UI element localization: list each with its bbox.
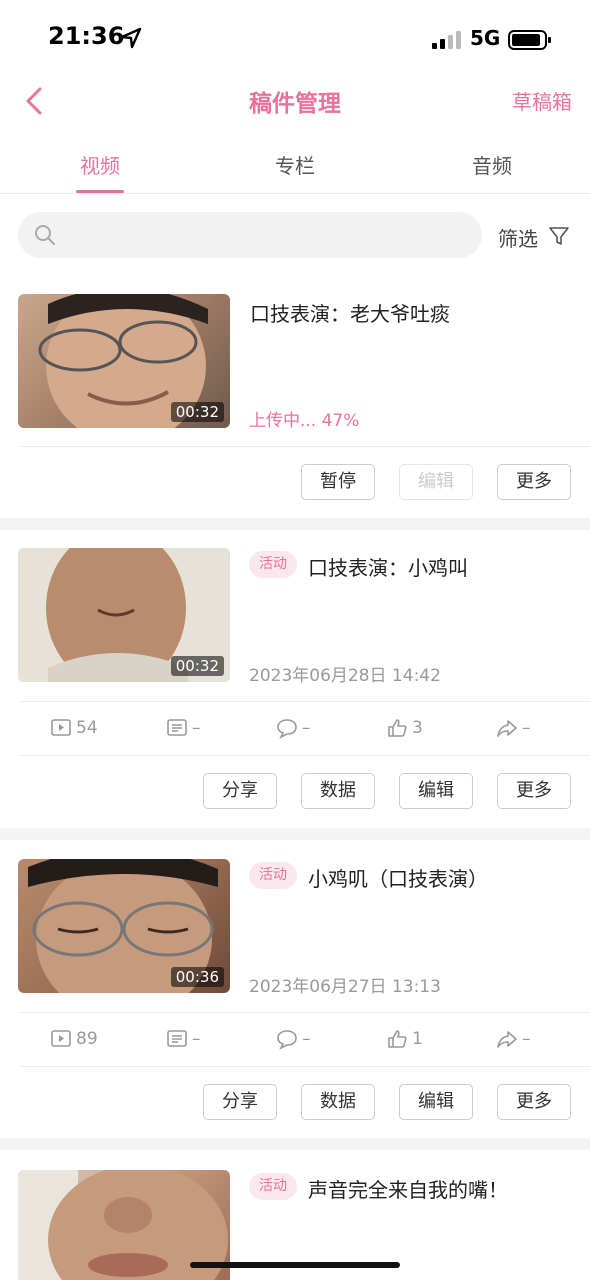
signal-icon [432,31,461,49]
share-icon [497,720,517,737]
shares-stat: – [496,1027,531,1051]
more-button[interactable]: 更多 [497,1084,571,1120]
play-icon [51,719,71,736]
tab-column[interactable]: 专栏 [235,150,355,179]
likes-count: 3 [412,718,423,738]
divider [18,755,590,756]
page-title: 稿件管理 [249,91,341,117]
filter-button[interactable]: 筛选 [498,223,538,252]
shares-count: – [522,718,531,738]
network-type: 5G [470,26,501,50]
data-button[interactable]: 数据 [301,1084,375,1120]
status-time: 21:36 [48,22,125,50]
section-separator [0,518,590,530]
divider [18,446,590,447]
video-duration: 00:32 [170,656,224,676]
comments-stat: – [276,1027,311,1051]
danmaku-stat: – [166,716,201,740]
more-button[interactable]: 更多 [497,464,571,500]
plays-stat: 54 [50,716,98,740]
comment-icon [277,1030,297,1050]
likes-count: 1 [412,1029,423,1049]
plays-stat: 89 [50,1027,98,1051]
publish-date: 2023年06月27日 13:13 [249,977,441,997]
battery-icon [508,30,551,50]
video-title[interactable]: 小鸡叽（口技表演） [308,863,488,892]
edit-button[interactable]: 编辑 [399,1084,473,1120]
content-tabs: 视频 专栏 音频 [0,140,590,194]
video-thumbnail[interactable]: 00:32 [18,548,230,682]
upload-status: 上传中... 47% [249,411,360,431]
video-thumbnail[interactable]: 00:36 [18,859,230,993]
event-badge: 活动 [249,1173,297,1200]
comments-count: – [302,1029,311,1049]
tab-video[interactable]: 视频 [40,150,160,179]
danmaku-icon [167,1030,187,1047]
likes-stat: 3 [386,716,423,740]
play-icon [51,1030,71,1047]
comment-icon [277,719,297,739]
danmaku-count: – [192,718,201,738]
video-title[interactable]: 口技表演：老大爷吐痰 [250,298,450,327]
comments-count: – [302,718,311,738]
event-badge: 活动 [249,862,297,889]
home-indicator [190,1262,400,1268]
likes-stat: 1 [386,1027,423,1051]
status-bar: 21:36 5G [0,0,590,72]
section-separator [0,1138,590,1150]
active-tab-indicator [76,190,124,193]
plays-count: 54 [76,718,98,738]
shares-stat: – [496,716,531,740]
share-button[interactable]: 分享 [203,1084,277,1120]
search-input[interactable] [18,212,482,258]
divider [18,1012,590,1013]
pause-button[interactable]: 暂停 [301,464,375,500]
video-duration: 00:32 [170,402,224,422]
comments-stat: – [276,716,311,740]
shares-count: – [522,1029,531,1049]
thumbs-up-icon [388,719,407,737]
share-icon [497,1031,517,1048]
video-duration: 00:36 [170,967,224,987]
danmaku-stat: – [166,1027,201,1051]
edit-button: 编辑 [399,464,473,500]
thumbs-up-icon [388,1030,407,1048]
section-separator [0,828,590,840]
divider [18,1066,590,1067]
event-badge: 活动 [249,551,297,578]
filter-icon[interactable] [548,225,570,247]
share-button[interactable]: 分享 [203,773,277,809]
danmaku-icon [167,719,187,736]
navigation-bar: 稿件管理 草稿箱 [0,72,590,130]
divider [18,701,590,702]
location-arrow-icon [120,27,142,49]
video-title[interactable]: 声音完全来自我的嘴！ [308,1174,508,1203]
search-icon [35,225,55,245]
more-button[interactable]: 更多 [497,773,571,809]
tab-audio[interactable]: 音频 [432,150,552,179]
video-thumbnail[interactable]: 00:32 [18,294,230,428]
danmaku-count: – [192,1029,201,1049]
data-button[interactable]: 数据 [301,773,375,809]
edit-button[interactable]: 编辑 [399,773,473,809]
plays-count: 89 [76,1029,98,1049]
drafts-button[interactable]: 草稿箱 [512,86,572,115]
video-title[interactable]: 口技表演：小鸡叫 [308,552,468,581]
publish-date: 2023年06月28日 14:42 [249,666,441,686]
